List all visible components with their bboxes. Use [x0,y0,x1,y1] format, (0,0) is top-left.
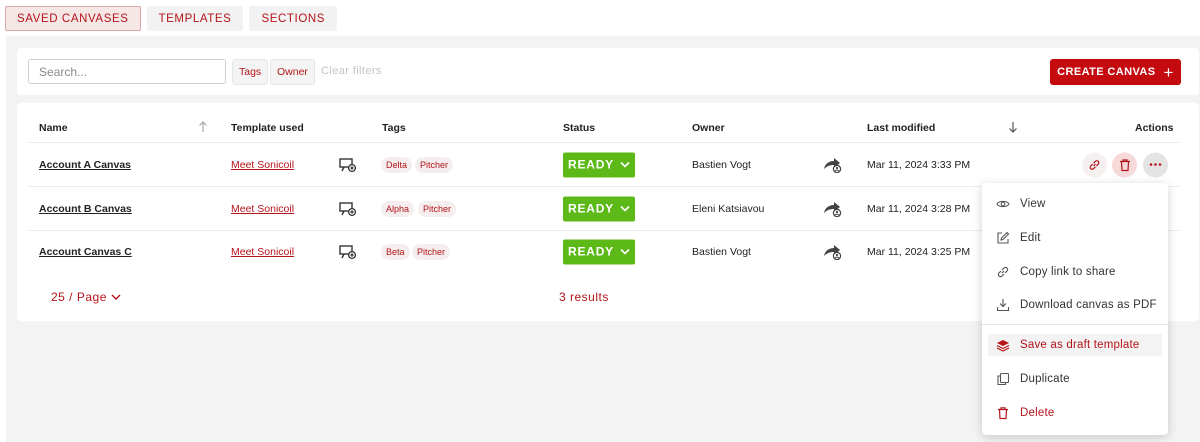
template-link[interactable]: Meet Sonicoil [231,159,294,171]
tags-filter-chip[interactable]: Tags [232,59,269,85]
template-link[interactable]: Meet Sonicoil [231,203,294,215]
menu-item-label: Save as draft template [1020,339,1140,351]
tab-saved-canvases[interactable]: SAVED CANVASES [5,6,141,31]
menu-item-label: Edit [1020,232,1041,244]
menu-divider [982,324,1168,325]
more-actions-button[interactable] [1143,152,1168,177]
status-label: READY [567,201,614,216]
tab-templates[interactable]: TEMPLATES [146,6,244,31]
link-icon [1089,159,1100,170]
menu-item-edit[interactable]: Edit [988,227,1162,249]
download-icon [996,299,1010,312]
menu-item-view[interactable]: View [988,193,1162,215]
header-tags: Tags [382,122,406,134]
owner-filter-chip[interactable]: Owner [270,59,315,85]
status-dropdown[interactable]: READY [563,196,635,221]
menu-item-label: Download canvas as PDF [1020,299,1157,311]
copy-icon [997,372,1010,386]
chevron-down-icon [111,294,121,300]
template-presentation-icon[interactable] [339,201,357,217]
header-owner: Owner [692,122,725,134]
tag-badge: Beta [381,243,410,260]
page-size-label: 25 / Page [51,290,107,304]
menu-item-label: Copy link to share [1020,266,1116,278]
last-modified-date: Mar 11, 2024 3:28 PM [867,202,971,215]
chevron-down-icon [620,161,630,168]
tag-badge: Alpha [381,200,415,217]
menu-item-label: Delete [1020,407,1055,419]
transfer-owner-icon[interactable] [822,201,842,217]
menu-item-duplicate[interactable]: Duplicate [988,368,1162,390]
search-input[interactable] [28,59,226,84]
menu-item-label: View [1020,198,1046,210]
table-row: Account A Canvas Meet Sonicoil Delta Pit… [17,143,1199,186]
sort-up-icon[interactable] [198,121,208,133]
owner-name: Bastien Vogt [692,158,751,171]
header-actions: Actions [1135,122,1174,134]
results-count: 3 results [559,290,609,304]
clear-filters-link[interactable]: Clear filters [321,65,382,77]
page-size-select[interactable]: 25 / Page [51,290,121,304]
edit-icon [997,231,1010,244]
tag-badge: Pitcher [418,200,457,217]
template-presentation-icon[interactable] [339,244,357,260]
menu-item-label: Duplicate [1020,373,1070,385]
menu-item-download-pdf[interactable]: Download canvas as PDF [988,294,1162,316]
tab-bar: SAVED CANVASES TEMPLATES SECTIONS [5,6,338,31]
transfer-owner-icon[interactable] [822,157,842,173]
header-template: Template used [231,122,304,134]
status-label: READY [567,244,614,259]
chevron-down-icon [620,205,630,212]
canvas-name-link[interactable]: Account A Canvas [39,159,131,171]
owner-name: Bastien Vogt [692,245,751,258]
plus-icon: + [1163,62,1174,82]
menu-item-save-draft-template[interactable]: Save as draft template [988,334,1162,356]
canvas-name-link[interactable]: Account B Canvas [39,203,132,215]
owner-name: Eleni Katsiavou [692,202,765,215]
status-label: READY [567,157,614,172]
more-dots-icon [1149,163,1162,166]
status-dropdown[interactable]: READY [563,152,635,177]
sort-down-icon[interactable] [1008,121,1018,133]
header-status: Status [563,122,596,134]
transfer-owner-icon[interactable] [822,244,842,260]
template-presentation-icon[interactable] [339,157,357,173]
canvas-name-link[interactable]: Account Canvas C [39,246,132,258]
chevron-down-icon [620,248,630,255]
create-canvas-label: CREATE CANVAS [1057,66,1156,78]
template-link[interactable]: Meet Sonicoil [231,246,294,258]
tag-badge: Pitcher [412,243,451,260]
tag-badge: Delta [381,156,413,173]
eye-icon [996,200,1010,208]
layers-icon [996,340,1010,352]
link-icon [997,266,1009,278]
menu-item-copy-link[interactable]: Copy link to share [988,261,1162,283]
header-last-modified[interactable]: Last modified [867,122,935,134]
filter-bar: Tags Owner Clear filters CREATE CANVAS + [17,48,1199,95]
copy-link-button[interactable] [1082,152,1107,177]
menu-item-delete[interactable]: Delete [988,402,1162,424]
trash-icon [1119,158,1130,171]
delete-button[interactable] [1112,152,1137,177]
last-modified-date: Mar 11, 2024 3:33 PM [867,158,971,171]
status-dropdown[interactable]: READY [563,239,635,264]
tag-badge: Pitcher [415,156,454,173]
header-name[interactable]: Name [39,122,68,134]
trash-icon [998,407,1008,420]
last-modified-date: Mar 11, 2024 3:25 PM [867,245,971,258]
tab-sections[interactable]: SECTIONS [249,6,338,31]
create-canvas-button[interactable]: CREATE CANVAS + [1050,59,1181,85]
actions-menu: View Edit Copy link to share Download ca… [982,183,1168,435]
